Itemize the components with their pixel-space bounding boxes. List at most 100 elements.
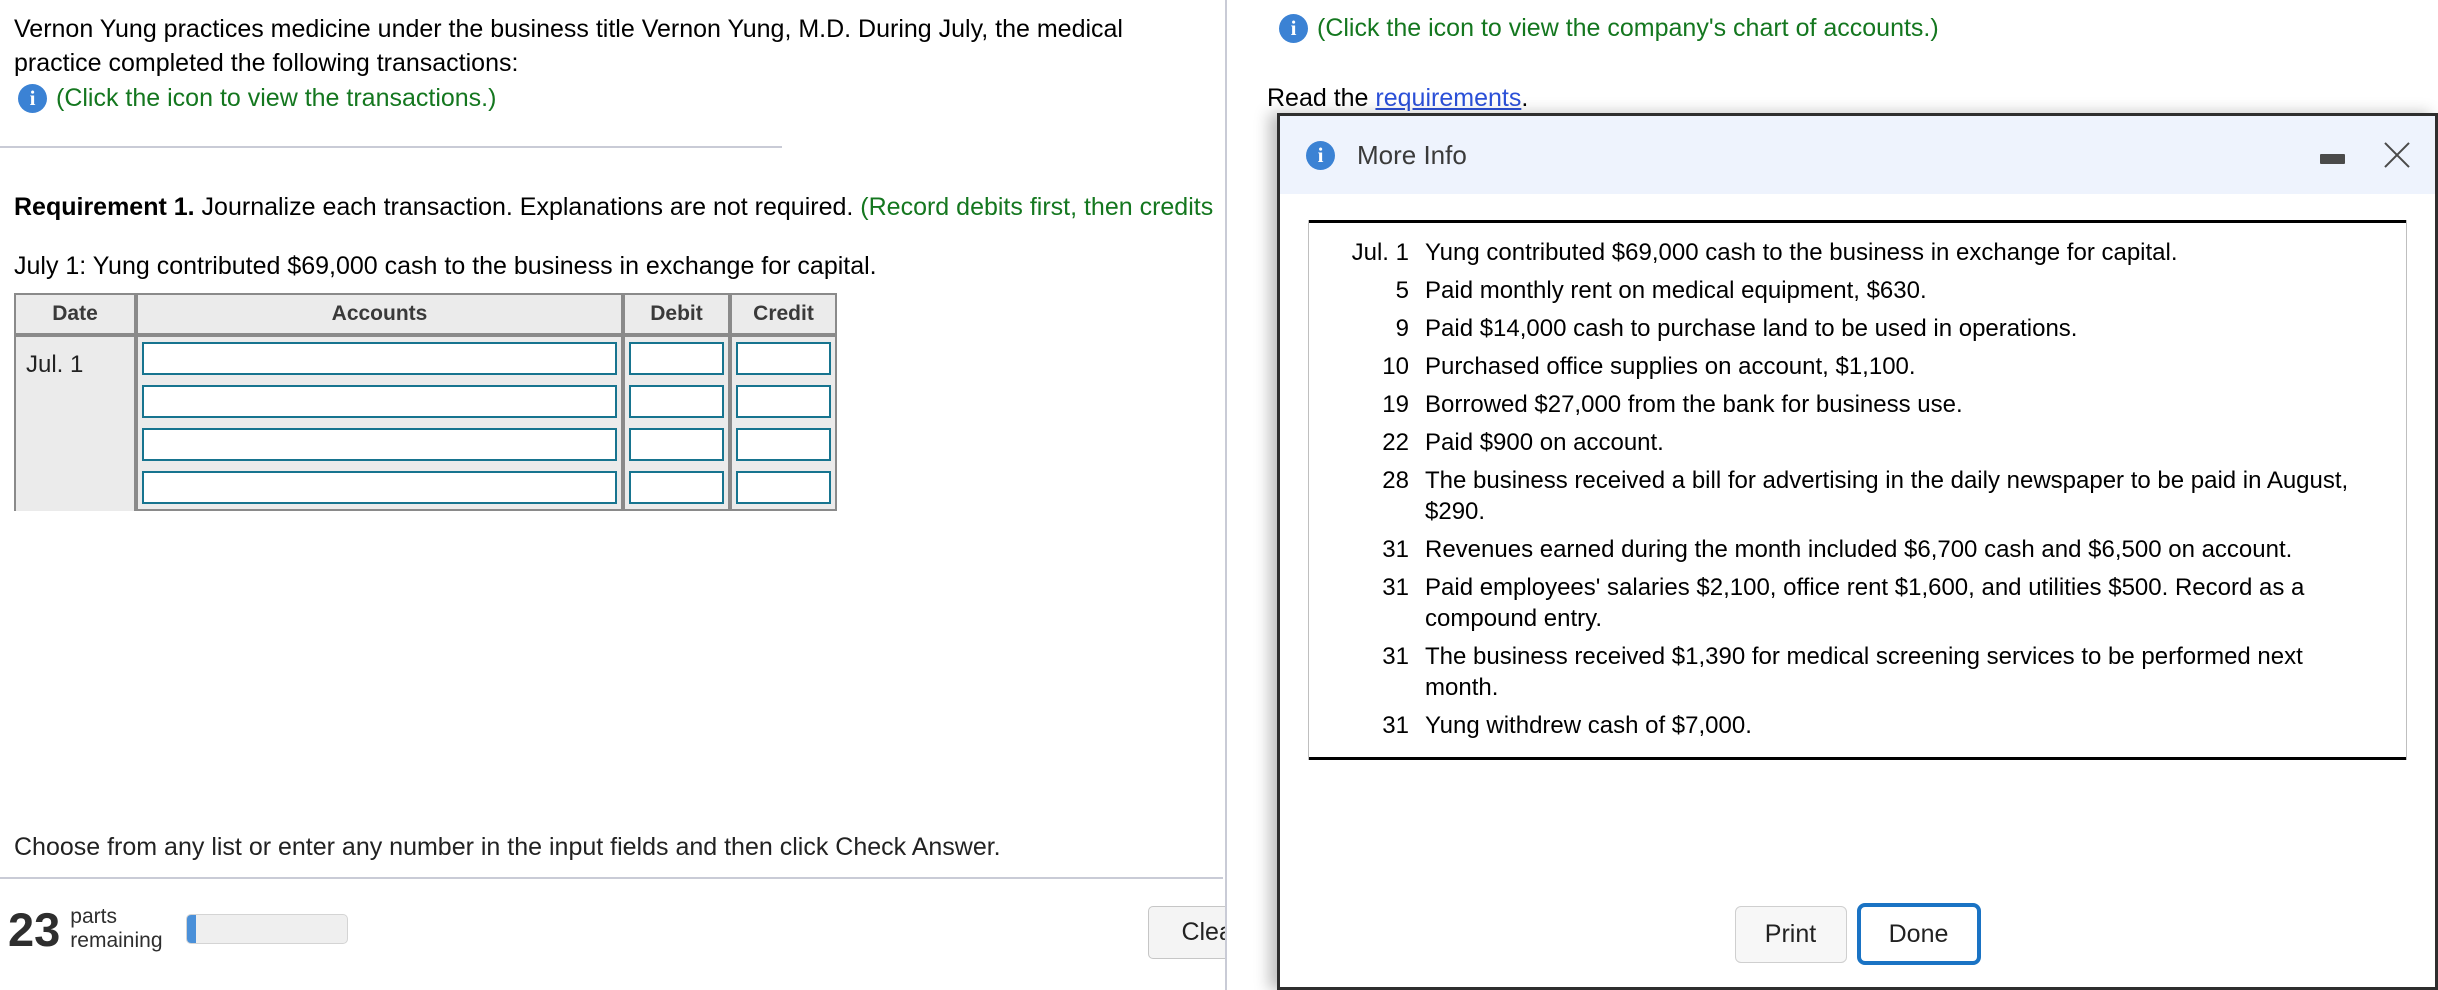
transaction-description: Borrowed $27,000 from the bank for busin… <box>1425 391 1963 418</box>
info-icon[interactable]: i <box>1279 14 1308 43</box>
question-left-pane: Vernon Yung practices medicine under the… <box>0 0 1308 990</box>
list-item: 31 Revenues earned during the month incl… <box>1339 534 2376 565</box>
requirement-line: Requirement 1. Journalize each transacti… <box>14 193 1314 222</box>
dialog-window-controls <box>2320 116 2419 194</box>
view-chart-of-accounts-link-row[interactable]: i (Click the icon to view the company's … <box>1279 14 1939 43</box>
answer-hint-text: Choose from any list or enter any number… <box>14 833 1001 861</box>
transaction-description: Paid monthly rent on medical equipment, … <box>1425 277 1927 304</box>
transaction-description: Purchased office supplies on account, $1… <box>1425 353 1916 380</box>
list-item: 10 Purchased office supplies on account,… <box>1339 351 2376 382</box>
parts-label-line1: parts <box>70 905 117 928</box>
minimize-icon[interactable] <box>2320 154 2345 164</box>
info-icon[interactable]: i <box>18 84 47 113</box>
transaction-date: 31 <box>1382 574 1409 601</box>
dialog-footer: Print Done <box>1280 903 2435 965</box>
transactions-panel: Jul. 1 Yung contributed $69,000 cash to … <box>1308 220 2407 760</box>
app-root: Vernon Yung practices medicine under the… <box>0 0 2438 990</box>
list-item: 28 The business received a bill for adve… <box>1339 465 2376 527</box>
journal-credit-cell-3 <box>730 423 837 466</box>
close-icon[interactable] <box>2379 138 2413 172</box>
problem-intro-text: Vernon Yung practices medicine under the… <box>14 15 1123 77</box>
transaction-date: 5 <box>1395 277 1409 304</box>
read-suffix: . <box>1521 84 1529 112</box>
credit-input-4[interactable] <box>736 471 831 504</box>
transaction-description: The business received $1,390 for medical… <box>1425 643 2303 701</box>
transaction-date: 31 <box>1382 712 1409 739</box>
july-entry-prompt: July 1: Yung contributed $69,000 cash to… <box>14 252 877 280</box>
requirement-text: Journalize each transaction. Explanation… <box>194 193 861 221</box>
list-item: 22 Paid $900 on account. <box>1339 427 2376 458</box>
table-row <box>14 423 837 466</box>
debit-input-3[interactable] <box>629 428 724 461</box>
transaction-description: Yung withdrew cash of $7,000. <box>1425 712 1752 739</box>
journal-debit-cell-3 <box>623 423 730 466</box>
parts-remaining-count: 23 <box>8 902 61 956</box>
view-chart-of-accounts-label[interactable]: (Click the icon to view the company's ch… <box>1317 14 1939 43</box>
debit-input-1[interactable] <box>629 342 724 375</box>
done-button[interactable]: Done <box>1856 903 1981 965</box>
journal-header-row: Date Accounts Debit Credit <box>14 293 837 335</box>
journal-header-date: Date <box>14 293 136 335</box>
account-input-1[interactable] <box>142 342 617 375</box>
dialog-title: More Info <box>1357 139 1467 170</box>
table-row: Jul. 1 <box>14 335 837 511</box>
list-item: 31 Paid employees' salaries $2,100, offi… <box>1339 572 2376 634</box>
journal-credit-cell-1 <box>730 335 837 380</box>
journal-body: Jul. 1 <box>14 335 837 511</box>
journal-accounts-cell-3 <box>136 423 623 466</box>
transaction-description: The business received a bill for adverti… <box>1425 467 2349 525</box>
journal-credit-cell-4 <box>730 466 837 511</box>
requirements-link[interactable]: requirements <box>1375 84 1521 112</box>
transaction-description: Paid $900 on account. <box>1425 429 1664 456</box>
list-item: Jul. 1 Yung contributed $69,000 cash to … <box>1339 237 2376 268</box>
info-icon: i <box>1306 140 1335 170</box>
transaction-description: Paid $14,000 cash to purchase land to be… <box>1425 315 2078 342</box>
journal-header-credit: Credit <box>730 293 837 335</box>
view-transactions-link-row[interactable]: i (Click the icon to view the transactio… <box>18 84 496 113</box>
list-item: 31 Yung withdrew cash of $7,000. <box>1339 710 2376 741</box>
journal-debit-cell-1 <box>623 335 730 380</box>
transaction-date: 9 <box>1395 315 1409 342</box>
credit-input-3[interactable] <box>736 428 831 461</box>
list-item: 31 The business received $1,390 for medi… <box>1339 641 2376 703</box>
credit-input-2[interactable] <box>736 385 831 418</box>
list-item: 19 Borrowed $27,000 from the bank for bu… <box>1339 389 2376 420</box>
account-input-2[interactable] <box>142 385 617 418</box>
transaction-description: Paid employees' salaries $2,100, office … <box>1425 574 2305 632</box>
credit-input-1[interactable] <box>736 342 831 375</box>
dialog-title-bar: i More Info <box>1280 116 2435 194</box>
parts-remaining-label: parts remaining <box>70 905 162 953</box>
transaction-date: 22 <box>1382 429 1409 456</box>
list-item: 9 Paid $14,000 cash to purchase land to … <box>1339 313 2376 344</box>
dialog-body: Jul. 1 Yung contributed $69,000 cash to … <box>1280 194 2435 894</box>
parts-label-line2: remaining <box>70 929 163 952</box>
debit-input-2[interactable] <box>629 385 724 418</box>
table-row <box>14 466 837 511</box>
transaction-date: 19 <box>1382 391 1409 418</box>
parts-remaining-group: 23 parts remaining <box>8 905 348 953</box>
transactions-list: Jul. 1 Yung contributed $69,000 cash to … <box>1309 220 2406 760</box>
transaction-date: 10 <box>1382 353 1409 380</box>
more-info-dialog: i More Info Jul. 1 Yung contributed $69,… <box>1277 113 2438 990</box>
print-button[interactable]: Print <box>1734 905 1847 963</box>
journal-date-cell: Jul. 1 <box>14 335 136 511</box>
transaction-date: 31 <box>1382 643 1409 670</box>
transaction-date: 28 <box>1382 467 1409 494</box>
debit-input-4[interactable] <box>629 471 724 504</box>
journal-header-accounts: Accounts <box>136 293 623 335</box>
account-input-4[interactable] <box>142 471 617 504</box>
transaction-date: 31 <box>1382 536 1409 563</box>
journal-accounts-cell-2 <box>136 380 623 423</box>
read-prefix: Read the <box>1267 84 1376 112</box>
list-item: 5 Paid monthly rent on medical equipment… <box>1339 275 2376 306</box>
account-input-3[interactable] <box>142 428 617 461</box>
section-divider-bottom <box>0 877 1223 879</box>
read-requirements-line: Read the requirements. <box>1267 84 1528 113</box>
journal-accounts-cell-1 <box>136 335 623 380</box>
requirement-label: Requirement 1. <box>14 193 195 221</box>
journal-debit-cell-4 <box>623 466 730 511</box>
view-transactions-label[interactable]: (Click the icon to view the transactions… <box>56 84 496 113</box>
journal-accounts-cell-4 <box>136 466 623 511</box>
transaction-description: Revenues earned during the month include… <box>1425 536 2293 563</box>
section-divider-top <box>0 146 782 148</box>
